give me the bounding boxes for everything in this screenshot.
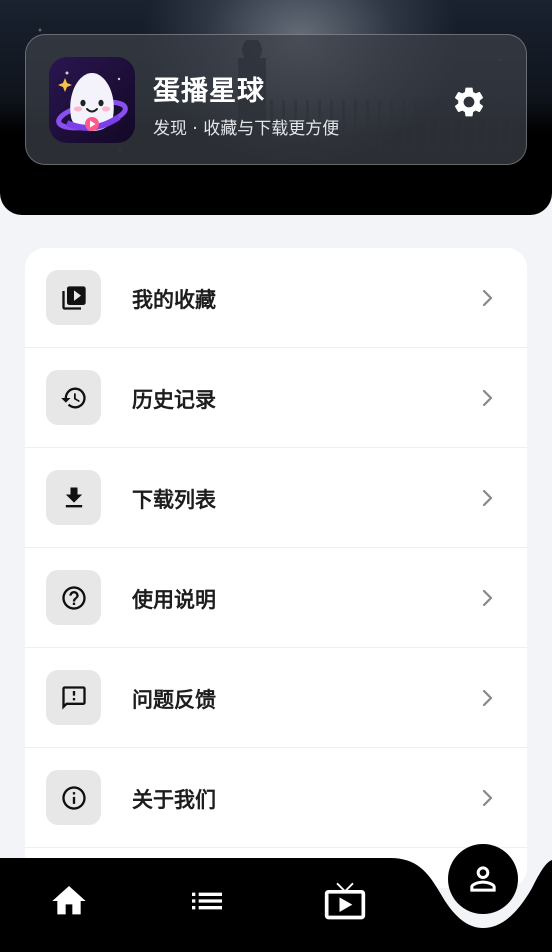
home-icon xyxy=(52,886,86,915)
chevron-right-icon xyxy=(482,789,493,807)
menu-item-label: 我的收藏 xyxy=(132,288,216,312)
history-icon xyxy=(60,387,86,408)
chevron-right-icon xyxy=(482,489,493,507)
nav-tv[interactable] xyxy=(315,876,375,926)
menu-item-about[interactable]: 关于我们 xyxy=(25,748,527,848)
feedback-icon xyxy=(61,685,86,710)
chevron-right-icon xyxy=(482,689,493,707)
menu-item-label: 使用说明 xyxy=(132,588,216,612)
menu-item-label: 问题反馈 xyxy=(132,688,216,712)
menu-item-instructions[interactable]: 使用说明 xyxy=(25,548,527,648)
app-logo xyxy=(49,57,135,143)
nav-home[interactable] xyxy=(39,876,99,926)
menu-item-label: 历史记录 xyxy=(132,388,216,412)
app-subtitle: 发现 · 收藏与下载更方便 xyxy=(153,119,340,139)
nav-profile-active[interactable] xyxy=(448,844,518,914)
chevron-right-icon xyxy=(482,589,493,607)
info-icon xyxy=(61,785,86,810)
menu-icon-box xyxy=(46,370,101,425)
menu-item-label: 下载列表 xyxy=(132,488,216,512)
list-icon xyxy=(192,892,222,910)
menu-icon-box xyxy=(46,270,101,325)
bottom-navigation xyxy=(0,844,552,952)
menu-icon-box xyxy=(46,670,101,725)
menu-item-downloads[interactable]: 下载列表 xyxy=(25,448,527,548)
menu-icon-box xyxy=(46,770,101,825)
profile-icon xyxy=(470,866,496,892)
video-library-icon xyxy=(61,285,86,310)
chevron-right-icon xyxy=(482,389,493,407)
menu-item-history[interactable]: 历史记录 xyxy=(25,348,527,448)
menu-item-label: 关于我们 xyxy=(132,788,216,812)
menu-icon-box xyxy=(46,470,101,525)
app-info-card: 蛋播星球 发现 · 收藏与下载更方便 xyxy=(25,34,527,165)
header-banner: 蛋播星球 发现 · 收藏与下载更方便 xyxy=(0,0,552,215)
nav-list[interactable] xyxy=(177,876,237,926)
menu-item-feedback[interactable]: 问题反馈 xyxy=(25,648,527,748)
chevron-right-icon xyxy=(482,289,493,307)
menu-item-favorites[interactable]: 我的收藏 xyxy=(25,248,527,348)
menu-icon-box xyxy=(46,570,101,625)
menu-list: 我的收藏 历史记录 下载列表 使用说明 问题反馈 关于我们 xyxy=(25,248,527,888)
gear-icon xyxy=(454,87,484,117)
download-icon xyxy=(65,487,82,507)
tv-icon xyxy=(324,882,366,920)
app-title: 蛋播星球 xyxy=(153,76,265,107)
help-circle-icon xyxy=(61,585,86,610)
settings-button[interactable] xyxy=(448,81,490,123)
